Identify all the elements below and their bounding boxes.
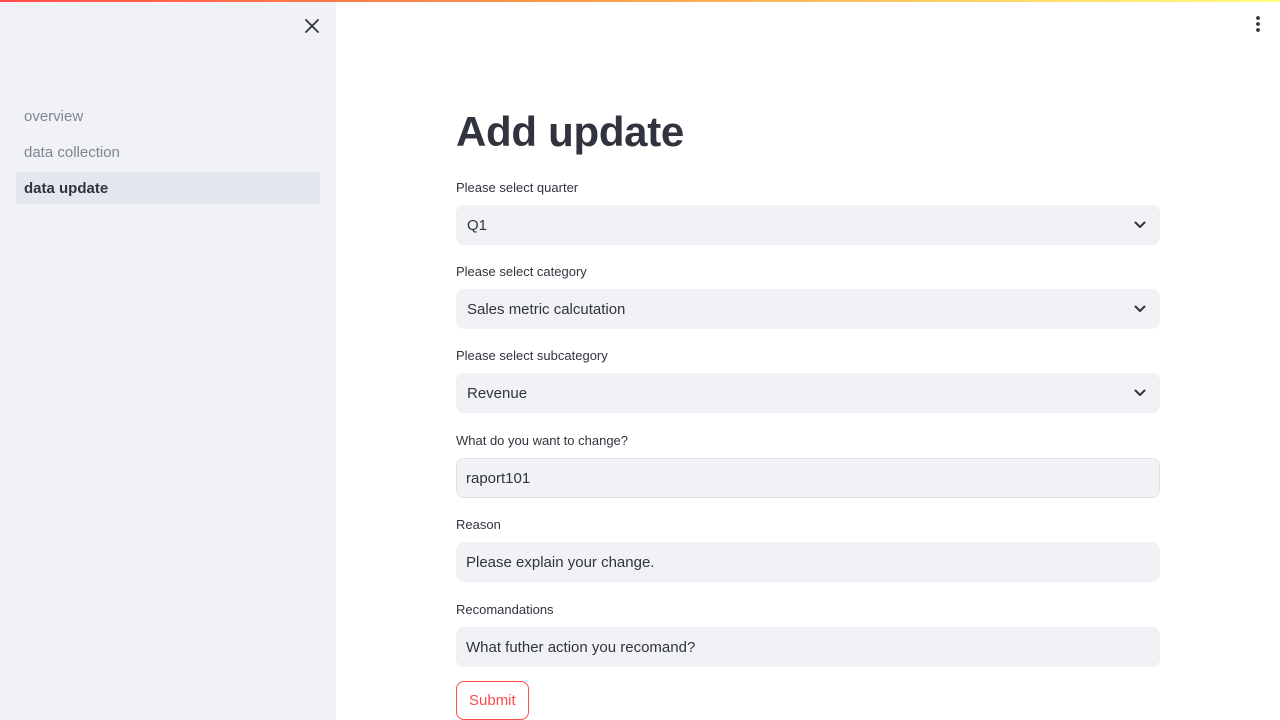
- chevron-down-icon: [1132, 301, 1148, 317]
- category-label: Please select category: [456, 264, 587, 279]
- quarter-label: Please select quarter: [456, 180, 579, 195]
- change-label: What do you want to change?: [456, 433, 629, 448]
- sidebar: overview data collection data update: [0, 0, 336, 720]
- vertical-ellipsis-icon: [1256, 16, 1260, 32]
- sidebar-item-label: overview: [24, 107, 84, 125]
- chevron-down-icon: [1132, 385, 1148, 401]
- recommendations-input[interactable]: What futher action you recomand?: [456, 627, 1160, 667]
- submit-button[interactable]: Submit: [456, 681, 529, 720]
- sidebar-item-data-collection[interactable]: data collection: [16, 136, 320, 168]
- category-field: Please select category Sales metric calc…: [456, 263, 1160, 329]
- recommendations-input-placeholder: What futher action you recomand?: [466, 638, 696, 656]
- category-select[interactable]: Sales metric calcutation: [456, 289, 1160, 329]
- subcategory-label: Please select subcategory: [456, 348, 608, 363]
- sidebar-item-overview[interactable]: overview: [16, 100, 320, 132]
- reason-input-placeholder: Please explain your change.: [466, 553, 655, 571]
- subcategory-field: Please select subcategory Revenue: [456, 347, 1160, 413]
- sidebar-close-button[interactable]: [300, 14, 324, 38]
- change-field: What do you want to change? raport101: [456, 432, 1160, 498]
- category-selected-value: Sales metric calcutation: [467, 300, 626, 318]
- sidebar-item-data-update[interactable]: data update: [16, 172, 320, 204]
- recommendations-label: Recomandations: [456, 602, 554, 617]
- quarter-select[interactable]: Q1: [456, 205, 1160, 245]
- subcategory-selected-value: Revenue: [467, 384, 528, 402]
- reason-input[interactable]: Please explain your change.: [456, 542, 1160, 582]
- sidebar-nav: overview data collection data update: [16, 100, 320, 208]
- reason-field: Reason Please explain your change.: [456, 516, 1160, 582]
- quarter-selected-value: Q1: [467, 216, 488, 234]
- recommendations-field: Recomandations What futher action you re…: [456, 601, 1160, 667]
- quarter-field: Please select quarter Q1: [456, 179, 1160, 245]
- close-icon: [305, 19, 319, 33]
- top-decoration-bar: [0, 0, 1280, 2]
- chevron-down-icon: [1132, 217, 1148, 233]
- main-menu-button[interactable]: [1246, 12, 1270, 36]
- page-title: Add update: [456, 108, 684, 155]
- reason-label: Reason: [456, 517, 501, 532]
- change-input[interactable]: raport101: [456, 458, 1160, 498]
- sidebar-item-label: data collection: [24, 143, 120, 161]
- change-input-value: raport101: [466, 469, 531, 487]
- subcategory-select[interactable]: Revenue: [456, 373, 1160, 413]
- sidebar-item-label: data update: [24, 179, 109, 197]
